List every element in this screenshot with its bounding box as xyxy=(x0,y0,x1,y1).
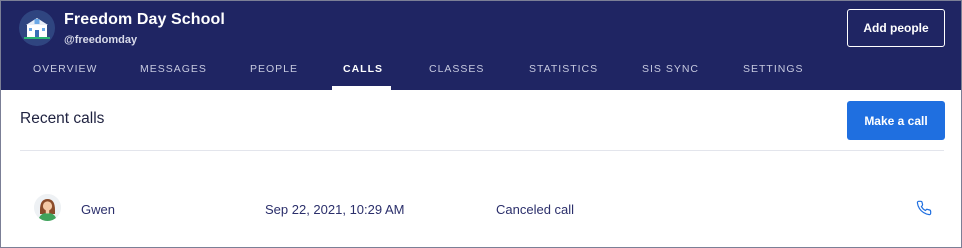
school-name: Freedom Day School xyxy=(64,11,225,28)
active-tab-indicator xyxy=(332,86,391,90)
school-handle: @freedomday xyxy=(64,34,138,46)
tab-people[interactable]: PEOPLE xyxy=(250,59,298,90)
add-people-button[interactable]: Add people xyxy=(847,9,945,47)
divider xyxy=(20,150,944,151)
table-row: Gwen Sep 22, 2021, 10:29 AM Canceled cal… xyxy=(1,186,961,230)
call-datetime: Sep 22, 2021, 10:29 AM xyxy=(265,202,405,217)
school-header: Freedom Day School @freedomday Add peopl… xyxy=(1,1,961,90)
tab-classes[interactable]: CLASSES xyxy=(429,59,484,90)
phone-icon[interactable] xyxy=(916,200,932,216)
tab-bar: OVERVIEW MESSAGES PEOPLE CALLS CLASSES S… xyxy=(1,59,961,90)
caller-name: Gwen xyxy=(81,202,115,217)
app-frame: Freedom Day School @freedomday Add peopl… xyxy=(0,0,962,248)
make-call-button[interactable]: Make a call xyxy=(847,101,945,140)
tab-settings[interactable]: SETTINGS xyxy=(743,59,804,90)
tab-statistics[interactable]: STATISTICS xyxy=(529,59,598,90)
page-title: Recent calls xyxy=(20,110,105,127)
avatar-woman-icon xyxy=(34,194,61,221)
tab-messages[interactable]: MESSAGES xyxy=(140,59,207,90)
tab-overview[interactable]: OVERVIEW xyxy=(33,59,97,90)
tab-sis-sync[interactable]: SIS SYNC xyxy=(642,59,699,90)
call-status: Canceled call xyxy=(496,202,575,217)
school-building-icon xyxy=(19,10,55,46)
